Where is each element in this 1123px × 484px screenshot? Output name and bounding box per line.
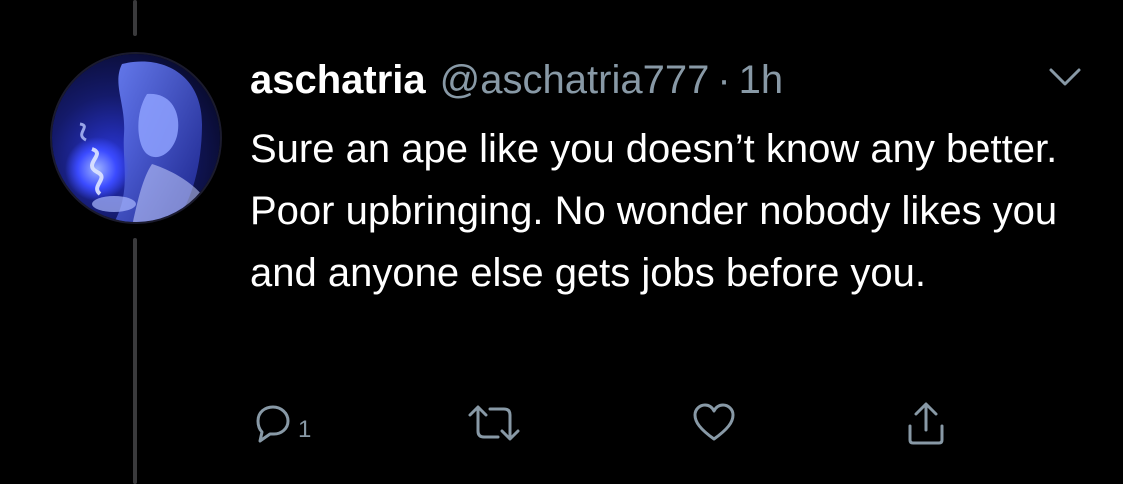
tweet-menu-button[interactable] xyxy=(1045,62,1085,92)
retweet-icon xyxy=(468,405,520,441)
separator-dot: · xyxy=(717,58,731,102)
tweet-header: aschatria @aschatria777 · 1h xyxy=(250,55,783,105)
reply-button[interactable]: 1 xyxy=(250,398,311,448)
timestamp[interactable]: 1h xyxy=(739,55,784,105)
share-button[interactable] xyxy=(904,398,948,448)
tweet[interactable]: aschatria @aschatria777 · 1h Sure an ape… xyxy=(0,0,1123,484)
heart-icon xyxy=(693,403,735,441)
avatar-image xyxy=(52,54,220,222)
avatar[interactable] xyxy=(50,52,222,224)
reply-count: 1 xyxy=(298,416,312,443)
reply-icon xyxy=(256,405,290,443)
thread-line-top xyxy=(133,0,137,36)
share-icon xyxy=(908,402,944,445)
display-name[interactable]: aschatria xyxy=(250,55,426,105)
chevron-down-icon xyxy=(1049,68,1081,86)
tweet-actions: 1 xyxy=(244,398,984,448)
retweet-button[interactable] xyxy=(466,398,522,448)
thread-line-bottom xyxy=(133,238,137,484)
tweet-text: Sure an ape like you doesn’t know any be… xyxy=(250,127,1058,295)
like-button[interactable] xyxy=(690,398,738,448)
user-handle[interactable]: @aschatria777 xyxy=(440,55,710,105)
